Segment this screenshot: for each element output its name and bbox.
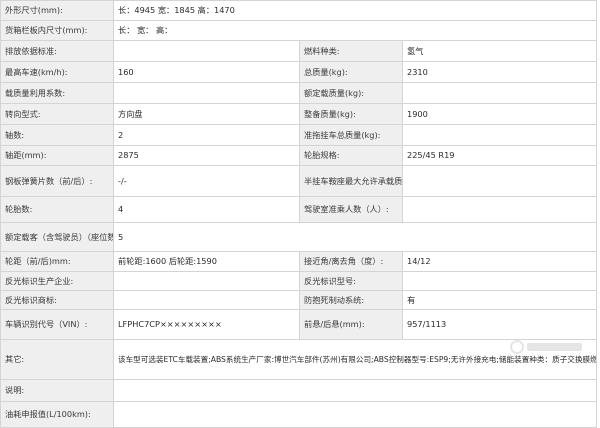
table-row: 说明: (0, 379, 598, 402)
spec-table: 外形尺寸(mm): 长：4945 宽：1845 高：1470 货箱栏板内尺寸(m… (0, 0, 598, 428)
notes-value (112, 379, 598, 402)
curb-weight-value: 1900 (401, 103, 598, 125)
table-row: 轮胎数: 4 驾驶室准乘人数（人）: (0, 196, 598, 223)
reflector-model-label: 反光标识型号: (299, 271, 403, 291)
table-row: 其它: 该车型可选装ETC车载装置;ABS系统生产厂家:博世汽车部件(苏州)有限… (0, 339, 598, 380)
approach-departure-value: 14/12 (401, 251, 598, 272)
cab-capacity-value (401, 196, 598, 223)
trailer-mass-value (401, 124, 598, 146)
reflector-model-value (401, 271, 598, 291)
wheelbase-label: 轴距(mm): (0, 145, 114, 166)
load-utilization-value (113, 82, 300, 104)
table-row: 货箱栏板内尺寸(mm): 长： 宽： 高： (0, 20, 598, 41)
tire-count-value: 4 (113, 196, 300, 223)
axle-count-value: 2 (113, 124, 300, 146)
cargo-box-dimensions-value: 长： 宽： 高： (112, 20, 598, 41)
notes-label: 说明: (0, 379, 114, 402)
vin-value: LFPHC7CP××××××××× (113, 309, 300, 340)
rated-passengers-value: 5 (112, 222, 598, 252)
watermark-bar (527, 343, 582, 351)
table-row: 油耗申报值(L/100km): (0, 401, 598, 428)
emission-standard-value (113, 40, 300, 62)
tire-spec-label: 轮胎规格: (299, 145, 403, 166)
cab-capacity-label: 驾驶室准乘人数（人）: (299, 196, 403, 223)
table-row: 转向型式: 方向盘 整备质量(kg): 1900 (0, 103, 598, 125)
load-utilization-label: 载质量利用系数: (0, 82, 114, 104)
abs-label: 防抱死制动系统: (299, 290, 403, 310)
emission-standard-label: 排放依据标准: (0, 40, 114, 62)
trailer-mass-label: 准拖挂车总质量(kg): (299, 124, 403, 146)
tire-spec-value: 225/45 R19 (401, 145, 598, 166)
table-row: 反光标识生产企业: 反光标识型号: (0, 271, 598, 291)
table-row: 最高车速(km/h): 160 总质量(kg): 2310 (0, 61, 598, 83)
track-width-value: 前轮距:1600 后轮距:1590 (113, 251, 300, 272)
watermark-logo (510, 336, 582, 358)
table-row: 轴数: 2 准拖挂车总质量(kg): (0, 124, 598, 146)
cargo-box-dimensions-label: 货箱栏板内尺寸(mm): (0, 20, 114, 41)
leaf-spring-label: 钢板弹簧片数（前/后）: (0, 165, 114, 197)
max-speed-label: 最高车速(km/h): (0, 61, 114, 83)
table-row: 反光标识商标: 防抱死制动系统: 有 (0, 290, 598, 310)
reflector-maker-value (113, 271, 300, 291)
table-row: 轮距（前/后)mm: 前轮距:1600 后轮距:1590 接近角/离去角（度）:… (0, 251, 598, 272)
rated-load-label: 额定载质量(kg): (299, 82, 403, 104)
tire-count-label: 轮胎数: (0, 196, 114, 223)
table-row: 额定载客（含驾驶员）（座位数）: 5 (0, 222, 598, 252)
overall-dimensions-value: 长：4945 宽：1845 高：1470 (112, 0, 598, 21)
other-label: 其它: (0, 339, 114, 380)
table-row: 排放依据标准: 燃料种类: 氢气 (0, 40, 598, 62)
vin-label: 车辆识别代号（VIN）: (0, 309, 114, 340)
curb-weight-label: 整备质量(kg): (299, 103, 403, 125)
table-row: 载质量利用系数: 额定载质量(kg): (0, 82, 598, 104)
overhang-label: 前悬/后悬(mm): (299, 309, 403, 340)
abs-value: 有 (401, 290, 598, 310)
approach-departure-label: 接近角/离去角（度）: (299, 251, 403, 272)
vehicle-spec-sheet: 外形尺寸(mm): 长：4945 宽：1845 高：1470 货箱栏板内尺寸(m… (0, 0, 600, 428)
watermark-circle-icon (510, 340, 524, 354)
steering-type-value: 方向盘 (113, 103, 300, 125)
table-row: 轴距(mm): 2875 轮胎规格: 225/45 R19 (0, 145, 598, 166)
fuel-consumption-label: 油耗申报值(L/100km): (0, 401, 114, 428)
leaf-spring-value: -/- (113, 165, 300, 197)
gross-mass-value: 2310 (401, 61, 598, 83)
fuel-type-label: 燃料种类: (299, 40, 403, 62)
reflector-maker-label: 反光标识生产企业: (0, 271, 114, 291)
wheelbase-value: 2875 (113, 145, 300, 166)
track-width-label: 轮距（前/后)mm: (0, 251, 114, 272)
reflector-brand-label: 反光标识商标: (0, 290, 114, 310)
rated-load-value (401, 82, 598, 104)
table-row: 钢板弹簧片数（前/后）: -/- 半挂车鞍座最大允许承载质量(kg): (0, 165, 598, 197)
fuel-type-value: 氢气 (401, 40, 598, 62)
saddle-load-value (401, 165, 598, 197)
steering-type-label: 转向型式: (0, 103, 114, 125)
reflector-brand-value (113, 290, 300, 310)
saddle-load-label: 半挂车鞍座最大允许承载质量(kg): (299, 165, 403, 197)
table-row: 外形尺寸(mm): 长：4945 宽：1845 高：1470 (0, 0, 598, 21)
table-row: 车辆识别代号（VIN）: LFPHC7CP××××××××× 前悬/后悬(mm)… (0, 309, 598, 340)
gross-mass-label: 总质量(kg): (299, 61, 403, 83)
fuel-consumption-value (112, 401, 598, 428)
overall-dimensions-label: 外形尺寸(mm): (0, 0, 114, 21)
rated-passengers-label: 额定载客（含驾驶员）（座位数）: (0, 222, 114, 252)
overhang-value: 957/1113 (401, 309, 598, 340)
axle-count-label: 轴数: (0, 124, 114, 146)
max-speed-value: 160 (113, 61, 300, 83)
